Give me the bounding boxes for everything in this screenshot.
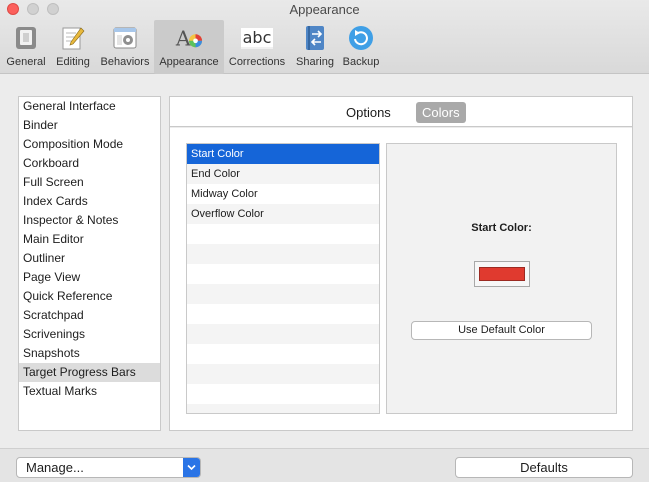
list-empty-row xyxy=(187,324,379,344)
color-well[interactable] xyxy=(474,261,530,287)
svg-text:A: A xyxy=(175,26,192,50)
bottom-bar: Manage... Defaults xyxy=(0,448,649,482)
toolbar-corrections[interactable]: abc Corrections xyxy=(224,20,290,74)
color-detail-box: Start Color: Use Default Color xyxy=(386,143,617,414)
list-empty-row xyxy=(187,304,379,324)
list-empty-row xyxy=(187,404,379,413)
sidebar-item-snapshots[interactable]: Snapshots xyxy=(19,344,160,363)
color-well-fill xyxy=(479,267,525,281)
list-empty-row xyxy=(187,384,379,404)
sidebar-item-outliner[interactable]: Outliner xyxy=(19,249,160,268)
toolbar-backup[interactable]: Backup xyxy=(340,20,382,74)
defaults-button[interactable]: Defaults xyxy=(455,457,633,478)
toolbar-general[interactable]: General xyxy=(2,20,50,74)
list-empty-row xyxy=(187,284,379,304)
corrections-icon: abc xyxy=(240,27,274,49)
appearance-categories-list: General Interface Binder Composition Mod… xyxy=(18,96,161,431)
toolbar-behaviors[interactable]: Behaviors xyxy=(96,20,154,74)
panel-tab-bar: Options Colors xyxy=(170,97,632,127)
color-item-overflow[interactable]: Overflow Color xyxy=(187,204,379,224)
color-item-start[interactable]: Start Color xyxy=(187,144,379,164)
sidebar-item-quick-reference[interactable]: Quick Reference xyxy=(19,287,160,306)
color-items-list: Start Color End Color Midway Color Overf… xyxy=(186,143,380,414)
sidebar-item-binder[interactable]: Binder xyxy=(19,116,160,135)
sidebar-item-scrivenings[interactable]: Scrivenings xyxy=(19,325,160,344)
toolbar-appearance[interactable]: A Appearance xyxy=(154,20,224,74)
sidebar-item-textual-marks[interactable]: Textual Marks xyxy=(19,382,160,401)
colors-tab-content: Start Color End Color Midway Color Overf… xyxy=(170,128,632,430)
manage-popup-button[interactable]: Manage... xyxy=(16,457,201,478)
sidebar-item-inspector-notes[interactable]: Inspector & Notes xyxy=(19,211,160,230)
selected-color-label: Start Color: xyxy=(471,222,532,234)
manage-label: Manage... xyxy=(26,460,84,475)
toolbar-sharing[interactable]: Sharing xyxy=(290,20,340,74)
sidebar-item-scratchpad[interactable]: Scratchpad xyxy=(19,306,160,325)
sidebar-item-composition-mode[interactable]: Composition Mode xyxy=(19,135,160,154)
appearance-icon: A xyxy=(175,24,203,52)
behaviors-icon xyxy=(111,24,139,52)
title-bar: Appearance General Editing Behaviors A A… xyxy=(0,0,649,74)
backup-icon xyxy=(347,24,375,52)
color-item-end[interactable]: End Color xyxy=(187,164,379,184)
sidebar-item-corkboard[interactable]: Corkboard xyxy=(19,154,160,173)
sidebar-item-index-cards[interactable]: Index Cards xyxy=(19,192,160,211)
sidebar-item-target-progress-bars[interactable]: Target Progress Bars xyxy=(19,363,160,382)
editing-icon xyxy=(59,24,87,52)
list-empty-row xyxy=(187,264,379,284)
window-title: Appearance xyxy=(289,2,360,17)
use-default-color-button[interactable]: Use Default Color xyxy=(411,321,592,340)
color-item-midway[interactable]: Midway Color xyxy=(187,184,379,204)
list-empty-row xyxy=(187,344,379,364)
toolbar-editing[interactable]: Editing xyxy=(50,20,96,74)
sidebar-item-full-screen[interactable]: Full Screen xyxy=(19,173,160,192)
sidebar-item-main-editor[interactable]: Main Editor xyxy=(19,230,160,249)
sidebar-item-page-view[interactable]: Page View xyxy=(19,268,160,287)
list-empty-row xyxy=(187,364,379,384)
general-icon xyxy=(12,24,40,52)
tab-colors[interactable]: Colors xyxy=(416,102,466,123)
sidebar-item-general-interface[interactable]: General Interface xyxy=(19,97,160,116)
preferences-toolbar: General Editing Behaviors A Appearance a… xyxy=(2,20,382,74)
list-empty-row xyxy=(187,244,379,264)
tab-options[interactable]: Options xyxy=(340,102,397,123)
settings-panel: Options Colors Start Color End Color Mid… xyxy=(169,96,633,431)
list-empty-row xyxy=(187,224,379,244)
preferences-window: Appearance General Editing Behaviors A A… xyxy=(0,0,649,482)
chevron-down-icon xyxy=(183,458,200,477)
sharing-icon xyxy=(301,24,329,52)
